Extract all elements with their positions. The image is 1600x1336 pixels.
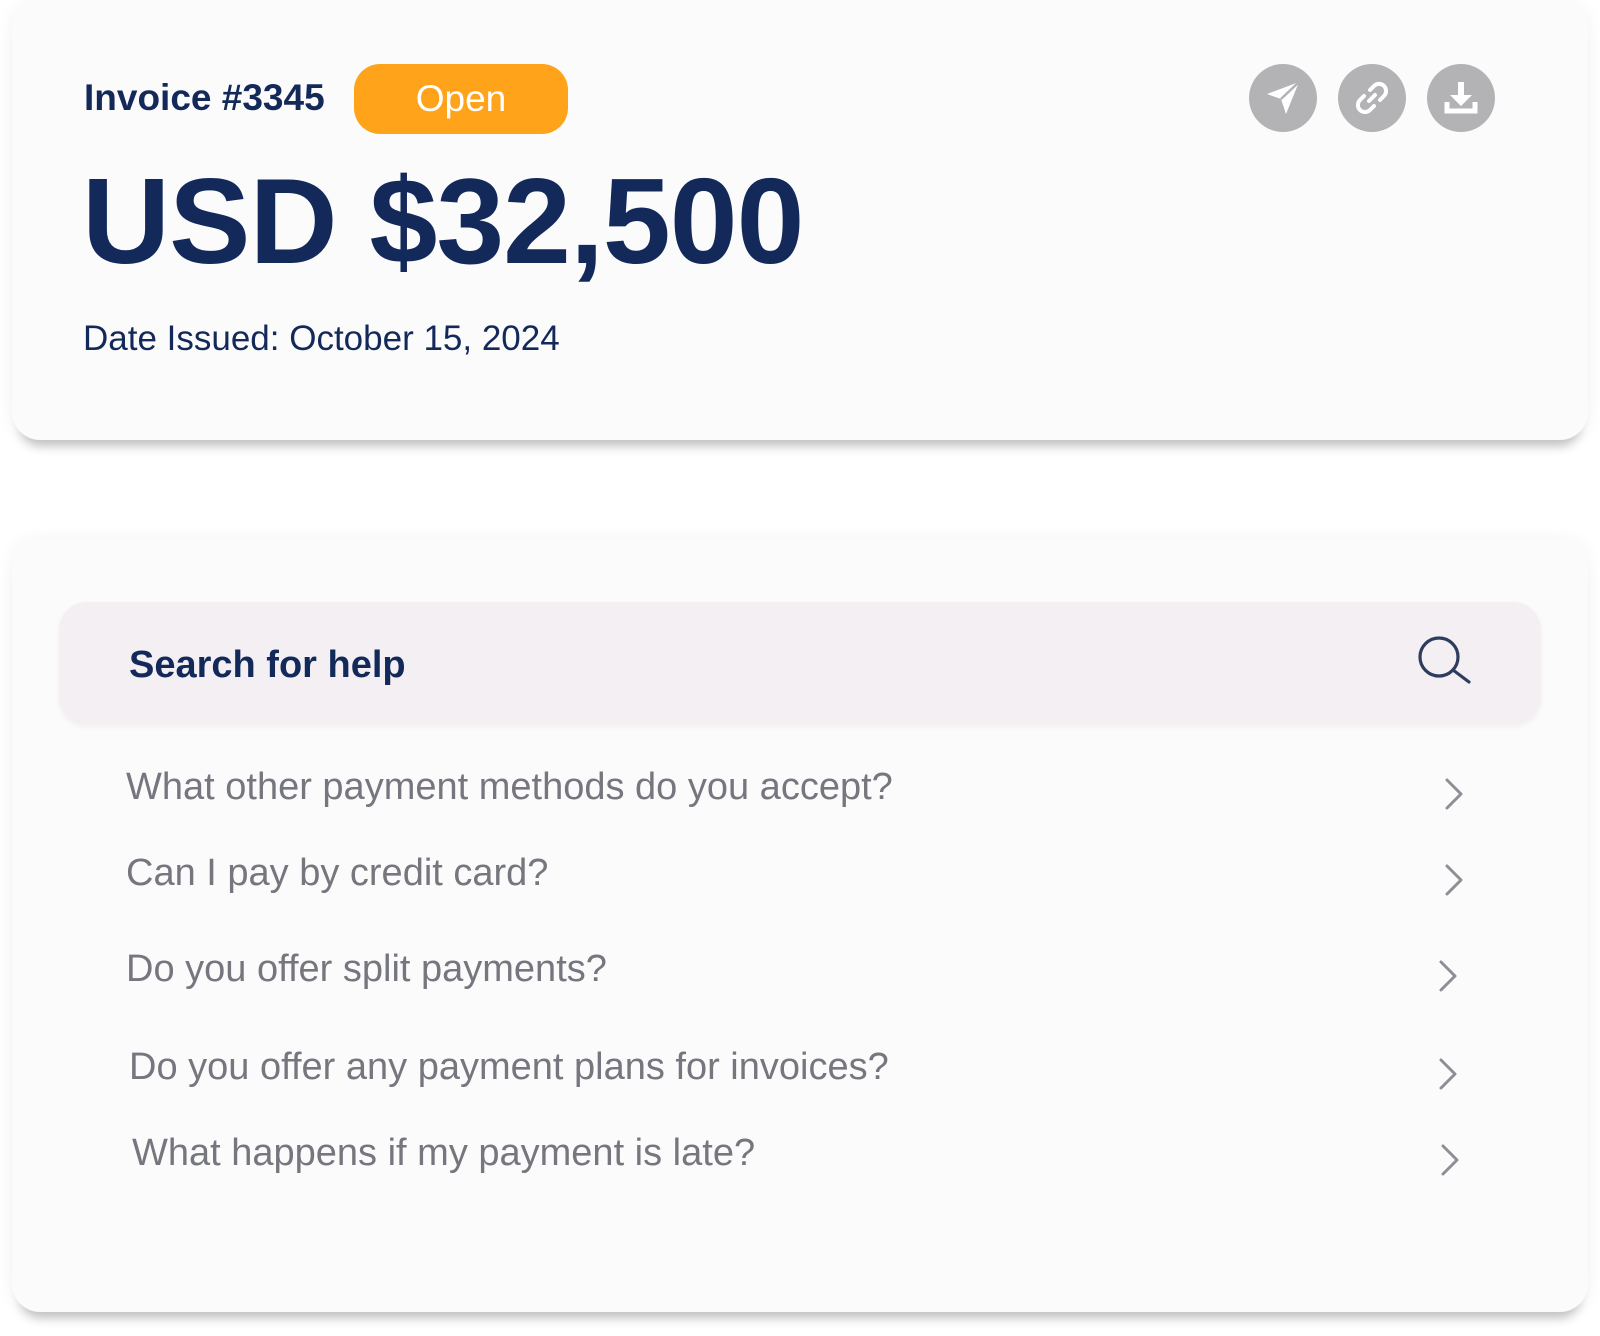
chevron-right-icon xyxy=(1445,778,1463,810)
invoice-number: Invoice #3345 xyxy=(84,77,325,118)
search-icon[interactable] xyxy=(1413,634,1473,684)
chevron-right-icon xyxy=(1441,1144,1459,1176)
search-label: Search for help xyxy=(129,644,406,686)
status-badge: Open xyxy=(354,64,568,134)
download-button[interactable] xyxy=(1427,64,1495,132)
faq-item-credit-card[interactable]: Can I pay by credit card? xyxy=(126,846,1466,906)
help-card: Search for help What other payment metho… xyxy=(12,538,1588,1312)
copy-link-button[interactable] xyxy=(1338,64,1406,132)
faq-item-payment-plans[interactable]: Do you offer any payment plans for invoi… xyxy=(129,1040,1469,1100)
search-bar[interactable]: Search for help xyxy=(59,602,1541,724)
faq-question: What happens if my payment is late? xyxy=(132,1132,756,1174)
send-button[interactable] xyxy=(1249,64,1317,132)
faq-item-late-payment[interactable]: What happens if my payment is late? xyxy=(132,1126,1472,1186)
invoice-amount: USD $32,500 xyxy=(82,153,804,289)
chevron-right-icon xyxy=(1439,960,1457,992)
send-icon xyxy=(1267,81,1300,114)
chevron-right-icon xyxy=(1445,864,1463,896)
date-issued: Date Issued: October 15, 2024 xyxy=(83,319,560,358)
invoice-card: Invoice #3345 Open USD $32,500 Date Issu… xyxy=(12,0,1588,440)
faq-item-payment-methods[interactable]: What other payment methods do you accept… xyxy=(126,760,1466,820)
faq-question: What other payment methods do you accept… xyxy=(126,766,893,808)
link-icon xyxy=(1355,81,1389,115)
faq-item-split-payments[interactable]: Do you offer split payments? xyxy=(126,942,1466,1002)
faq-question: Do you offer any payment plans for invoi… xyxy=(129,1046,889,1088)
faq-question: Can I pay by credit card? xyxy=(126,852,549,894)
faq-question: Do you offer split payments? xyxy=(126,948,607,990)
download-icon xyxy=(1444,82,1478,114)
chevron-right-icon xyxy=(1439,1058,1457,1090)
